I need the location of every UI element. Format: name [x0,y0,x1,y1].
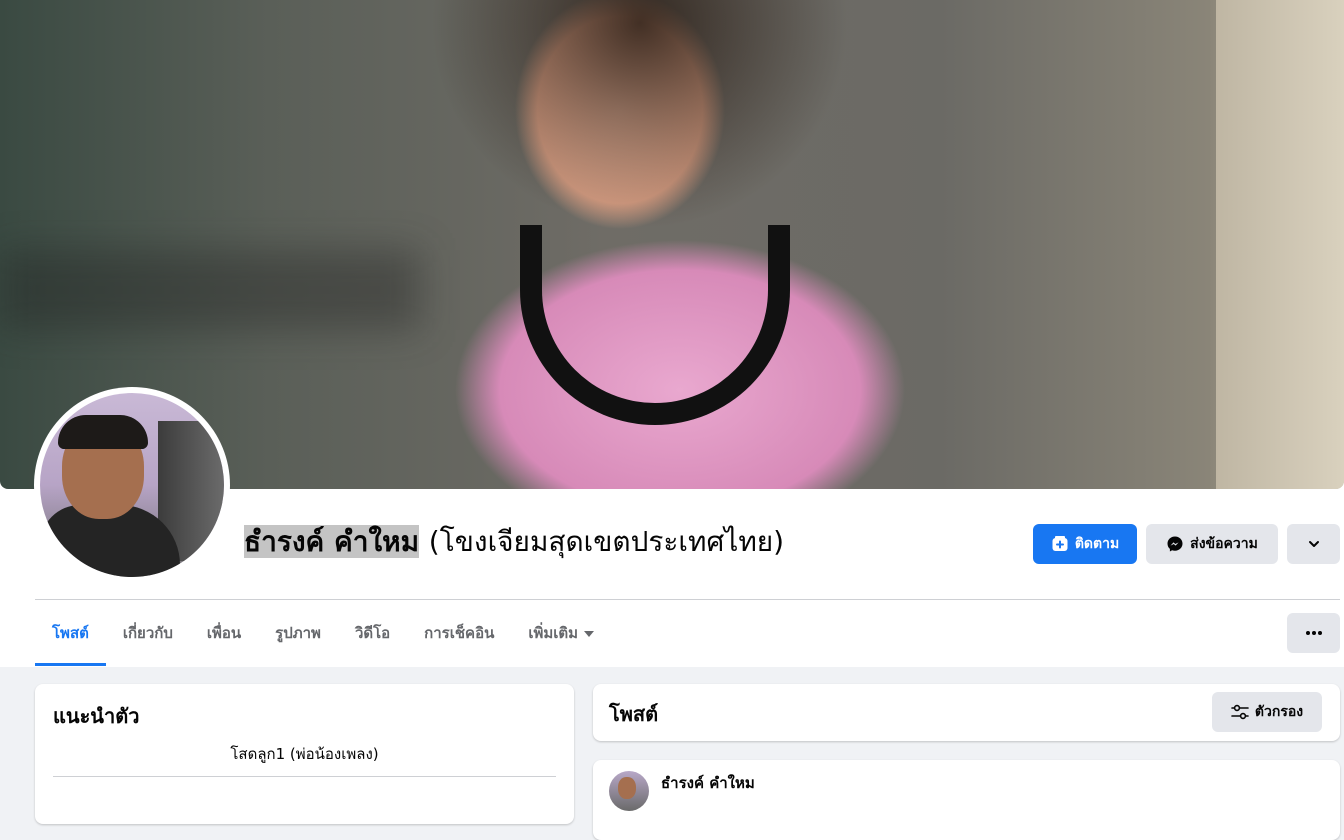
chevron-down-icon [1307,537,1321,551]
tab-label: โพสต์ [52,624,89,642]
post-author-avatar[interactable] [609,771,649,811]
tab-checkins[interactable]: การเช็คอิน [407,600,511,666]
messenger-icon [1166,535,1184,553]
tab-about[interactable]: เกี่ยวกับ [106,600,190,666]
message-label: ส่งข้อความ [1190,536,1258,552]
message-button[interactable]: ส่งข้อความ [1146,524,1278,564]
tab-label: เพิ่มเติม [528,624,579,642]
tab-label: การเช็คอิน [424,624,495,642]
tab-label: วิดีโอ [354,624,391,642]
profile-name: ธำรงค์ คำใหม (โขงเจียมสุดเขตประเทศไทย) [244,518,784,566]
tab-label: เกี่ยวกับ [122,624,173,642]
follow-plus-icon [1051,535,1069,553]
posts-title: โพสต์ [609,702,659,726]
tab-more[interactable]: เพิ่มเติม [511,600,611,666]
profile-avatar[interactable] [34,387,230,583]
tab-friends[interactable]: เพื่อน [190,600,258,666]
more-dots-icon [1305,631,1322,635]
tab-label: รูปภาพ [275,624,321,642]
filter-button[interactable]: ตัวกรอง [1212,692,1322,732]
post-card: ธำรงค์ คำใหม [593,760,1340,840]
avatar-hair [58,415,148,449]
avatar-image [40,393,224,577]
tab-label: เพื่อน [206,624,242,642]
profile-tabs: โพสต์ เกี่ยวกับ เพื่อน รูปภาพ วิดีโอ การ… [35,600,611,666]
cover-pillar [1216,0,1344,489]
intro-bio: โสดลูก1 (พ่อน้องเพลง) [230,745,379,763]
post-author-name[interactable]: ธำรงค์ คำใหม [661,771,755,795]
filter-sliders-icon [1231,704,1249,720]
follow-button[interactable]: ติดตาม [1033,524,1137,564]
profile-alternate-name: (โขงเจียมสุดเขตประเทศไทย) [428,525,785,558]
intro-divider [53,776,556,777]
profile-more-button[interactable] [1287,524,1340,564]
tab-videos[interactable]: วิดีโอ [338,600,407,666]
caret-down-icon [584,631,595,637]
filter-label: ตัวกรอง [1254,704,1304,720]
tab-menu-button[interactable] [1287,613,1340,653]
cover-hair [430,0,850,230]
intro-card: แนะนำตัว โสดลูก1 (พ่อน้องเพลง) [35,684,574,824]
cover-shadow [0,250,420,330]
tab-posts[interactable]: โพสต์ [35,600,106,666]
post-avatar-face [618,777,636,799]
intro-title: แนะนำตัว [53,704,140,728]
cover-collar [520,225,790,425]
profile-name-text: ธำรงค์ คำใหม [244,525,420,558]
follow-label: ติดตาม [1074,536,1120,552]
tab-photos[interactable]: รูปภาพ [258,600,338,666]
